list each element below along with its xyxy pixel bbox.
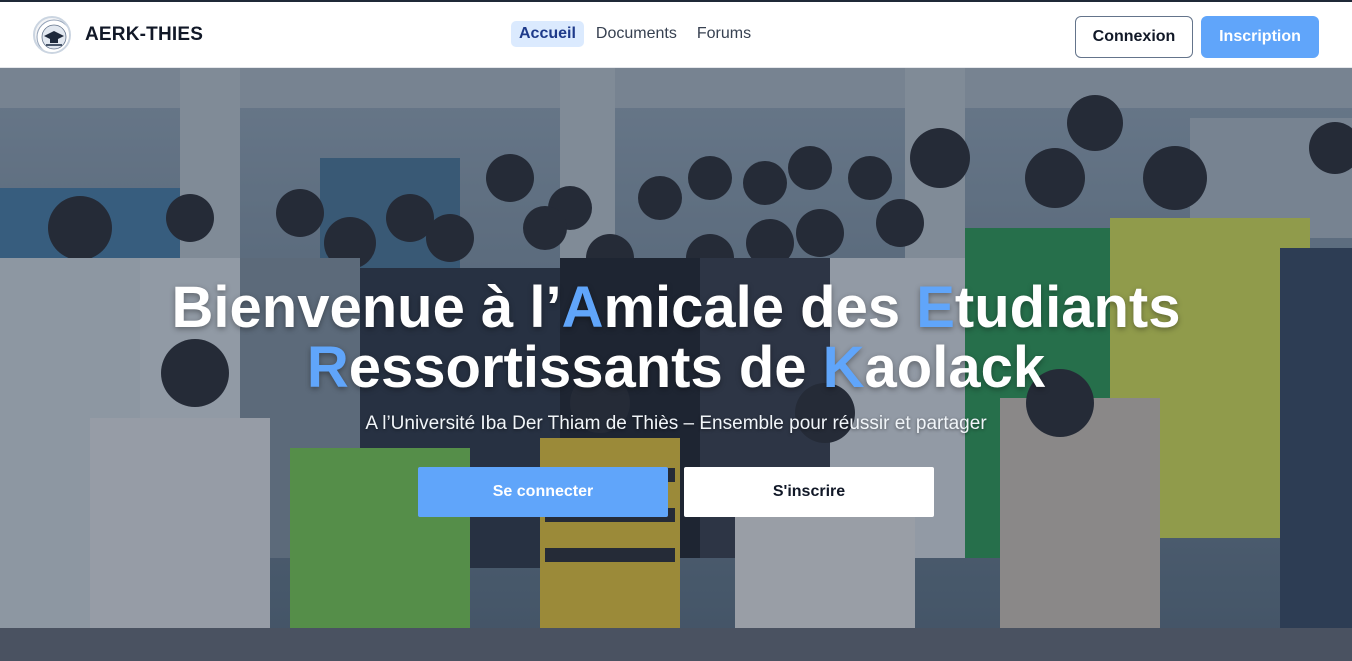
signup-button[interactable]: Inscription [1201,16,1319,58]
auth-buttons: Connexion Inscription [1075,16,1319,58]
title-text: essortissants de [348,335,823,400]
title-highlight-letter: R [306,335,349,400]
title-text: aolack [864,335,1046,400]
brand-name: AERK-THIES [85,24,204,45]
hero-signup-button[interactable]: S'inscrire [684,467,934,517]
nav-item-documents[interactable]: Documents [588,21,685,47]
hero-title-line-1: Bienvenue à l’Amicale des Etudiants [0,278,1352,338]
hero-section: Bienvenue à l’Amicale des Etudiants Ress… [0,68,1352,661]
hero-title-line-2: Ressortissants de Kaolack [0,338,1352,398]
hero-title: Bienvenue à l’Amicale des Etudiants Ress… [0,278,1352,398]
login-button[interactable]: Connexion [1075,16,1193,58]
hero-subtitle: A l’Université Iba Der Thiam de Thiès – … [365,413,987,434]
nav-item-forums[interactable]: Forums [689,21,759,47]
title-text: tudiants [954,275,1181,340]
main-nav: Accueil Documents Forums [511,21,763,47]
top-navbar: AERK-THIES Accueil Documents Forums Conn… [0,0,1352,68]
title-highlight-letter: E [916,275,955,340]
nav-item-accueil[interactable]: Accueil [511,21,584,47]
title-text: Bienvenue à l’ [171,275,562,340]
title-highlight-letter: K [822,335,865,400]
title-text: micale des [603,275,917,340]
title-highlight-letter: A [561,275,604,340]
brand[interactable]: AERK-THIES [33,16,203,54]
hero-login-button[interactable]: Se connecter [418,467,668,517]
university-seal-logo [33,16,71,54]
